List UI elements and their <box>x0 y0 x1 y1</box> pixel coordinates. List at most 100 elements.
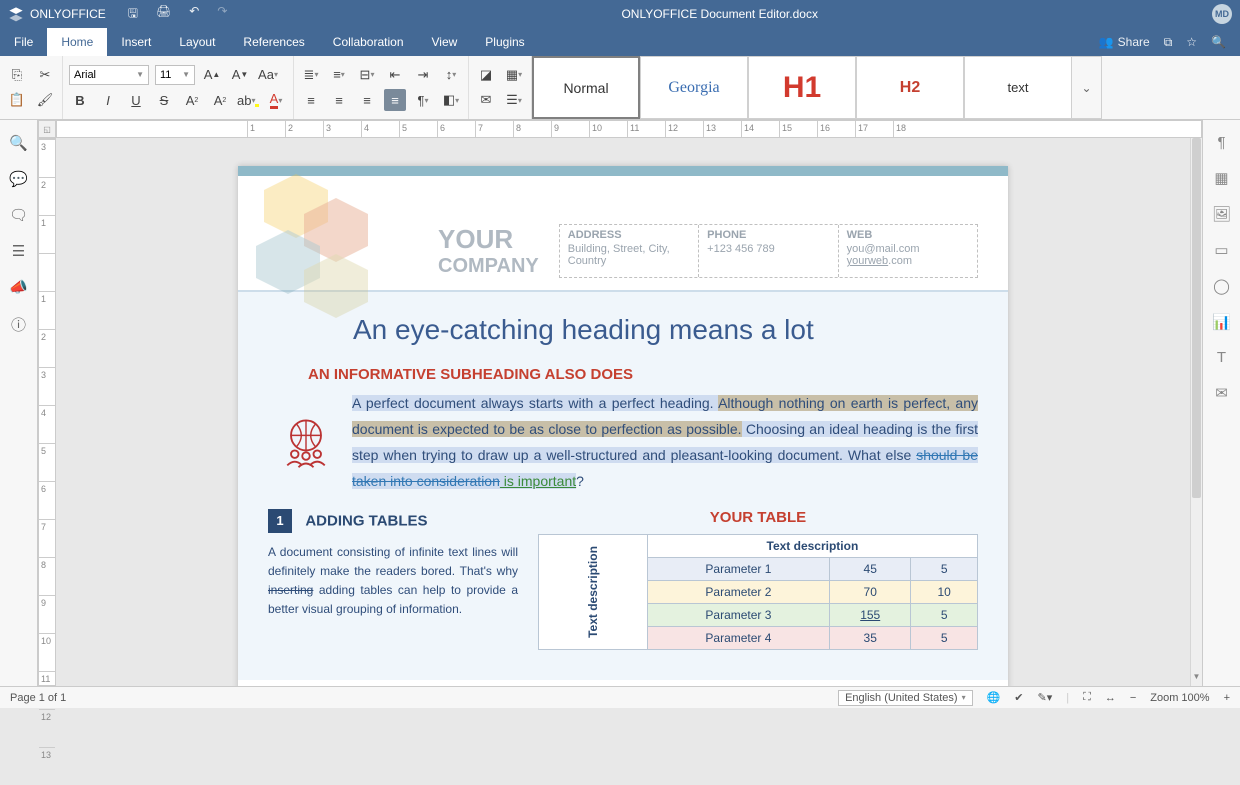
paste-icon[interactable]: 📋 <box>6 89 28 111</box>
paragraph-selected[interactable]: A perfect document always starts with a … <box>352 391 978 495</box>
header-web: WEB you@mail.comyourweb.com <box>839 225 977 277</box>
paragraph-settings-icon[interactable]: ¶ <box>1217 134 1225 151</box>
bold-button[interactable]: B <box>69 89 91 111</box>
bullets-icon[interactable]: ≣▾ <box>300 64 322 86</box>
select-all-icon[interactable]: ☰▾ <box>503 89 525 111</box>
line-spacing-icon[interactable]: ↕▾ <box>440 64 462 86</box>
tab-view[interactable]: View <box>418 28 472 56</box>
tab-collaboration[interactable]: Collaboration <box>319 28 418 56</box>
document-canvas[interactable]: YOUR COMPANY ADDRESS Building, Street, C… <box>56 138 1190 686</box>
table-title[interactable]: YOUR TABLE <box>538 509 978 526</box>
numbering-icon[interactable]: ≡▾ <box>328 64 350 86</box>
shading-icon[interactable]: ◧▾ <box>440 89 462 111</box>
table-settings-icon[interactable]: ▦ <box>1214 169 1228 187</box>
style-text[interactable]: text <box>964 56 1072 119</box>
zoom-out-button[interactable]: − <box>1130 692 1136 704</box>
zoom-level[interactable]: Zoom 100% <box>1150 692 1209 704</box>
align-right-icon[interactable]: ≡ <box>356 89 378 111</box>
vertical-scrollbar[interactable]: ▲ ▼ <box>1190 138 1202 686</box>
font-size-select[interactable]: 11▼ <box>155 65 195 85</box>
style-normal[interactable]: Normal <box>532 56 640 119</box>
document-heading-1[interactable]: An eye-catching heading means a lot <box>353 314 978 346</box>
data-table[interactable]: Text descriptionText description Paramet… <box>538 534 978 650</box>
scrollbar-thumb[interactable] <box>1192 138 1201 498</box>
tab-references[interactable]: References <box>229 28 318 56</box>
undo-icon[interactable]: ↶ <box>189 4 199 25</box>
align-center-icon[interactable]: ≡ <box>328 89 350 111</box>
cut-icon[interactable]: ✂ <box>34 64 56 86</box>
spell-toggle-icon[interactable]: ✔ <box>1014 691 1023 704</box>
feedback-icon[interactable]: 📣 <box>9 278 28 296</box>
zoom-in-button[interactable]: + <box>1224 692 1230 704</box>
tab-layout[interactable]: Layout <box>165 28 229 56</box>
share-button[interactable]: 👥 Share <box>1099 35 1150 49</box>
shape-settings-icon[interactable]: ◯ <box>1213 277 1230 295</box>
paragraph-mark-icon[interactable]: ¶▾ <box>412 89 434 111</box>
tab-home[interactable]: Home <box>47 28 107 56</box>
about-icon[interactable]: ⓘ <box>11 314 26 335</box>
language-select[interactable]: English (United States) ▾ <box>838 690 973 706</box>
insert-table-icon[interactable]: ▦▾ <box>503 64 525 86</box>
globe-people-icon <box>276 411 336 471</box>
print-icon[interactable]: 🖨 <box>156 4 171 25</box>
page[interactable]: YOUR COMPANY ADDRESS Building, Street, C… <box>238 166 1008 686</box>
strike-button[interactable]: S <box>153 89 175 111</box>
spellcheck-icon[interactable]: 🌐 <box>987 691 1001 704</box>
tab-insert[interactable]: Insert <box>107 28 165 56</box>
change-case-icon[interactable]: Aa▾ <box>257 64 279 86</box>
favorite-icon[interactable]: ☆ <box>1186 35 1197 49</box>
textart-settings-icon[interactable]: T <box>1217 349 1226 366</box>
save-icon[interactable]: 🖫 <box>128 4 138 25</box>
redo-icon[interactable]: ↷ <box>217 4 227 25</box>
header-phone: PHONE +123 456 789 <box>699 225 838 277</box>
style-h2[interactable]: H2 <box>856 56 964 119</box>
format-painter-icon[interactable]: 🖌 <box>34 89 56 111</box>
user-avatar[interactable]: MD <box>1212 4 1232 24</box>
tab-file[interactable]: File <box>0 28 47 56</box>
ruler-horizontal[interactable]: ◱ 123456789101112131415161718 <box>38 120 1202 138</box>
font-color-button[interactable]: A▾ <box>265 89 287 111</box>
ruler-corner[interactable]: ◱ <box>38 120 56 138</box>
align-left-icon[interactable]: ≡ <box>300 89 322 111</box>
find-icon[interactable]: 🔍 <box>9 134 28 152</box>
open-location-icon[interactable]: ⧉ <box>1164 35 1173 50</box>
clear-format-icon[interactable]: ◪ <box>475 64 497 86</box>
comments-icon[interactable]: 💬 <box>9 170 28 188</box>
superscript-button[interactable]: A2 <box>181 89 203 111</box>
style-georgia[interactable]: Georgia <box>640 56 748 119</box>
align-justify-icon[interactable]: ≡ <box>384 89 406 111</box>
subscript-button[interactable]: A2 <box>209 89 231 111</box>
mailmerge-icon[interactable]: ✉ <box>475 89 497 111</box>
header-settings-icon[interactable]: ▭ <box>1214 241 1228 259</box>
shrink-font-icon[interactable]: A▼ <box>229 64 251 86</box>
ruler-vertical[interactable]: 32112345678910111213 <box>38 138 56 686</box>
app-logo: ONLYOFFICE <box>8 6 106 22</box>
page-count[interactable]: Page 1 of 1 <box>10 692 66 704</box>
style-gallery-expand[interactable]: ⌄ <box>1072 56 1102 119</box>
document-heading-2[interactable]: AN INFORMATIVE SUBHEADING ALSO DOES <box>308 366 978 383</box>
track-changes-icon[interactable]: ✎▾ <box>1038 691 1053 704</box>
highlight-button[interactable]: ab▾ <box>237 89 259 111</box>
navigation-icon[interactable]: ☰ <box>12 242 25 260</box>
indent-increase-icon[interactable]: ⇥ <box>412 64 434 86</box>
section-adding-tables[interactable]: 1 ADDING TABLES A document consisting of… <box>268 509 518 650</box>
copy-icon[interactable]: ⎘ <box>6 64 28 86</box>
search-icon[interactable]: 🔍 <box>1211 35 1226 49</box>
grow-font-icon[interactable]: A▲ <box>201 64 223 86</box>
underline-button[interactable]: U <box>125 89 147 111</box>
chart-settings-icon[interactable]: 📊 <box>1212 313 1231 331</box>
tab-plugins[interactable]: Plugins <box>471 28 538 56</box>
fit-page-icon[interactable]: ⛶ <box>1083 691 1091 704</box>
table-row: Parameter 3 <box>647 603 829 626</box>
font-name-select[interactable]: Arial▼ <box>69 65 149 85</box>
section-text[interactable]: A document consisting of infinite text l… <box>268 543 518 620</box>
style-h1[interactable]: H1 <box>748 56 856 119</box>
italic-button[interactable]: I <box>97 89 119 111</box>
status-bar: Page 1 of 1 English (United States) ▾ 🌐 … <box>0 686 1240 708</box>
multilevel-icon[interactable]: ⊟▾ <box>356 64 378 86</box>
chat-icon[interactable]: 🗨 <box>9 206 28 224</box>
image-settings-icon[interactable]: 🖼 <box>1212 205 1231 223</box>
fit-width-icon[interactable]: ↔ <box>1105 692 1116 704</box>
indent-decrease-icon[interactable]: ⇤ <box>384 64 406 86</box>
mail-settings-icon[interactable]: ✉ <box>1215 384 1228 402</box>
